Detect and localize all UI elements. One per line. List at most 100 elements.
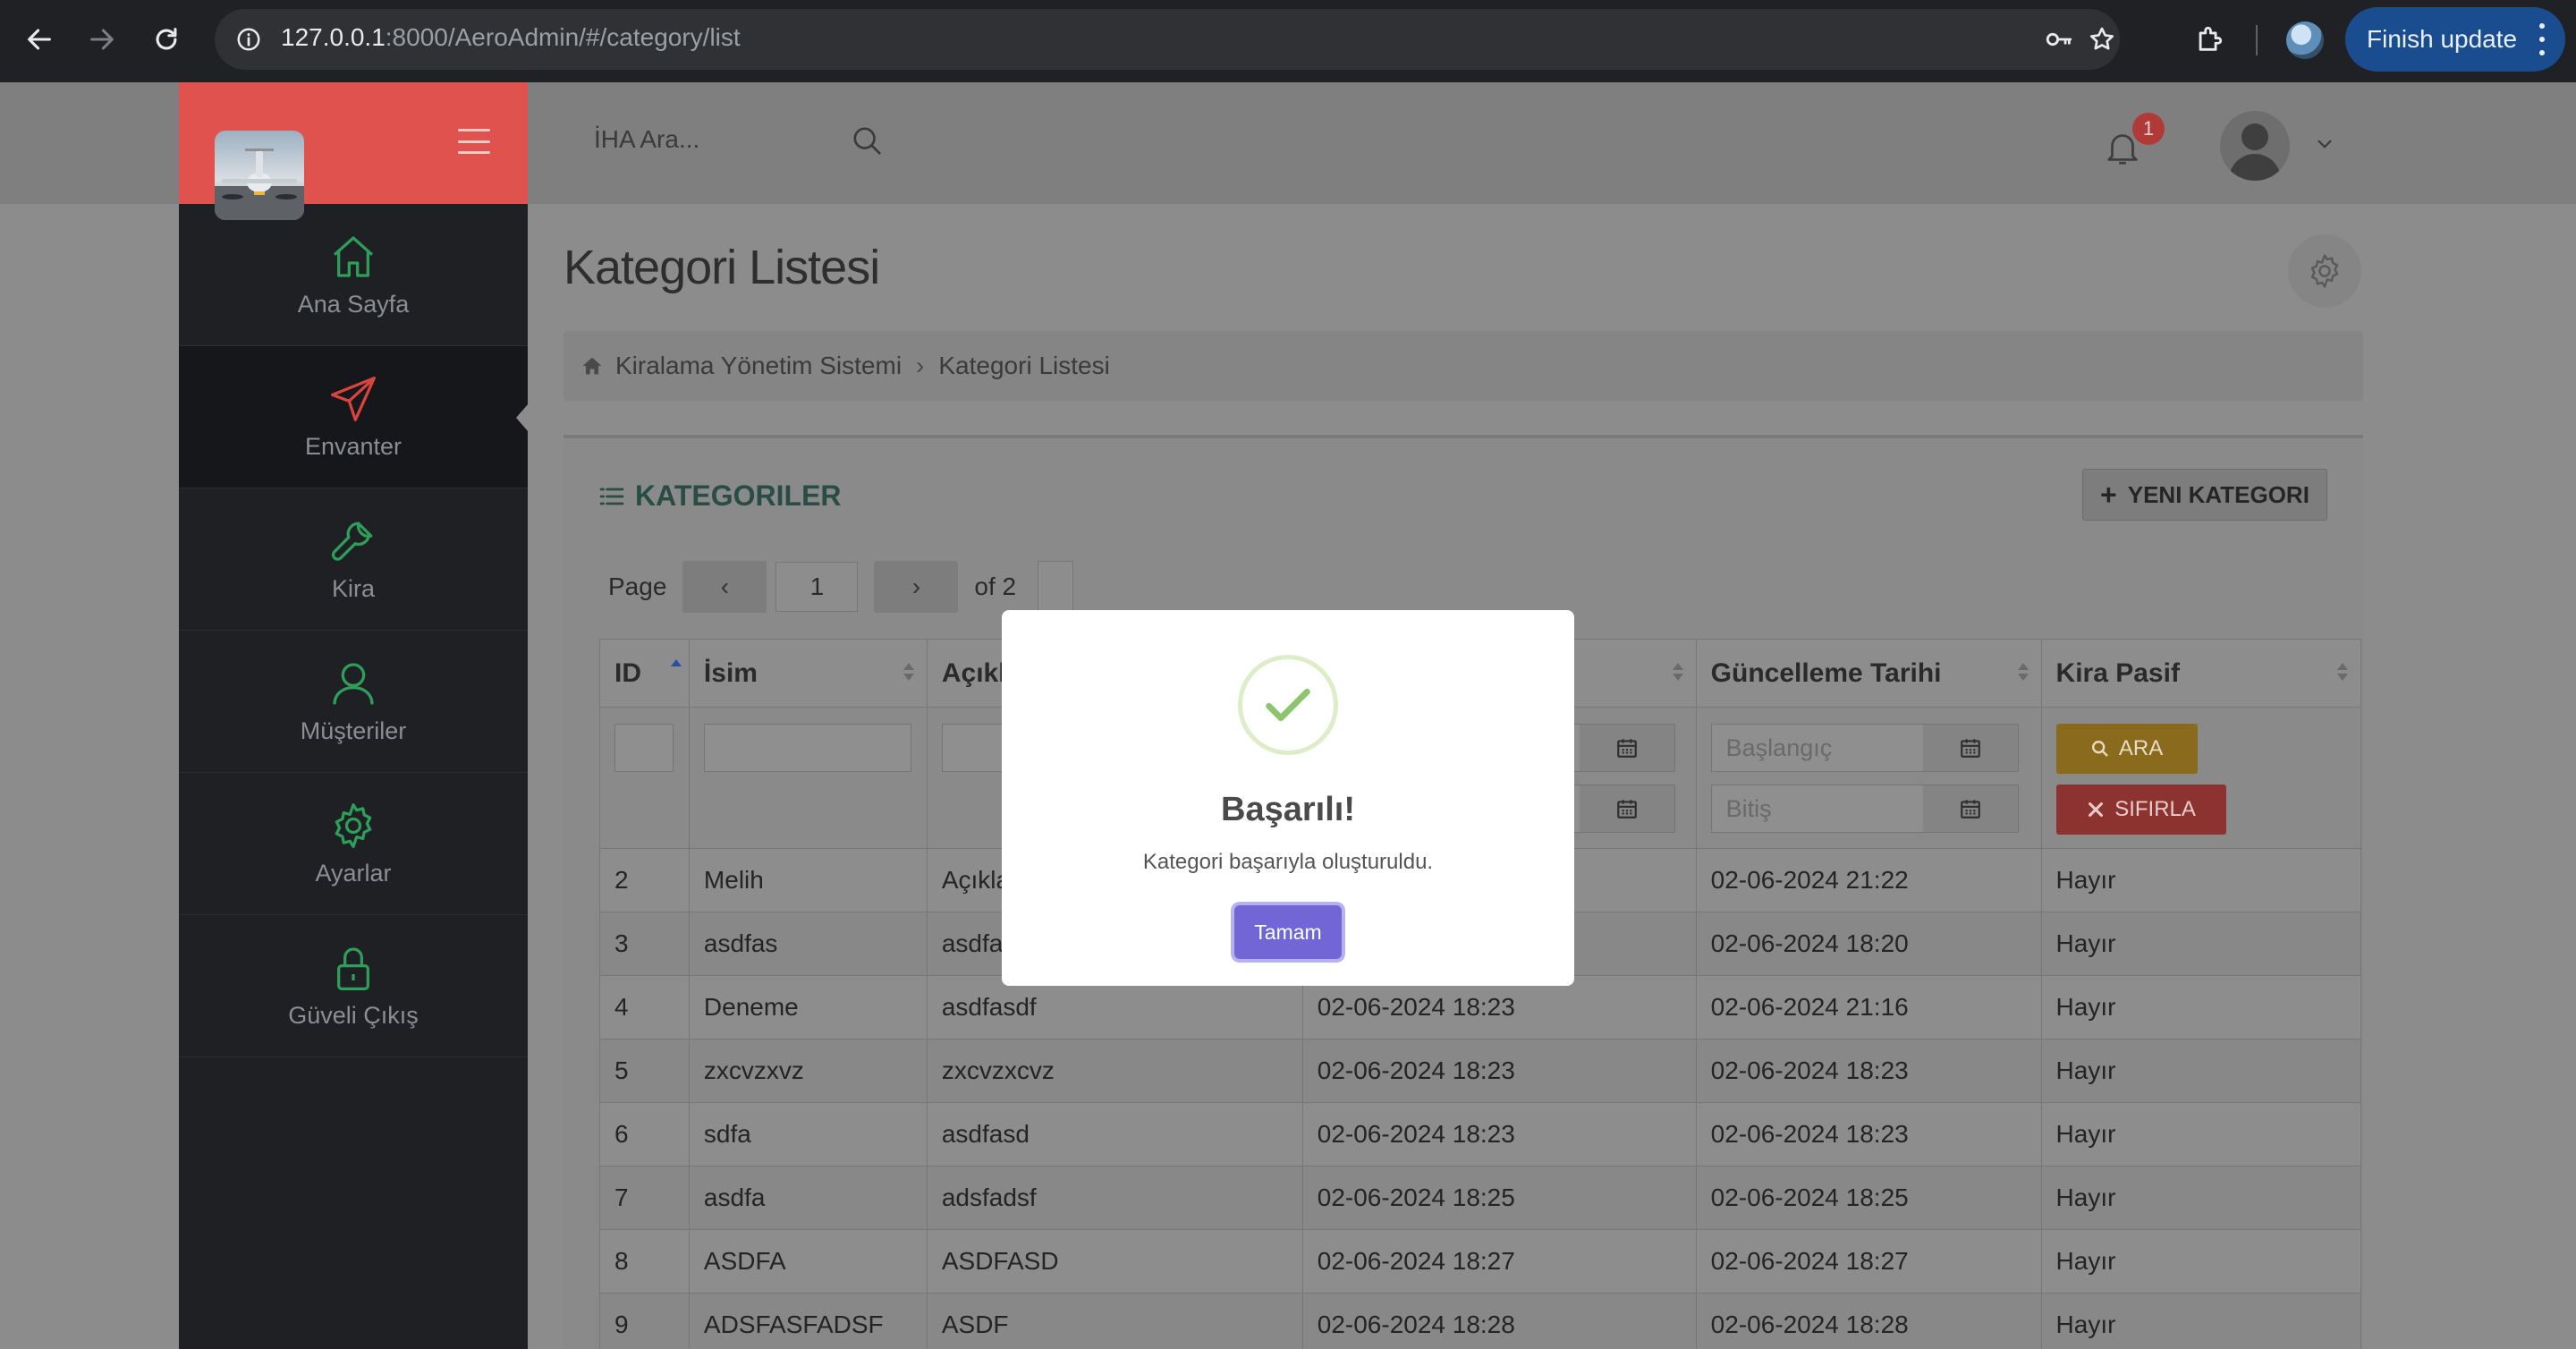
- cell-id: 5: [599, 1039, 690, 1103]
- wrench-icon: [331, 522, 373, 561]
- sidebar: Ana Sayfa Envanter Kira Müşteriler Ayarl…: [179, 82, 529, 1349]
- column-header-label: ID: [614, 658, 641, 688]
- name-filter-input[interactable]: [703, 724, 911, 772]
- url-text: 127.0.0.1:8000/AeroAdmin/#/category/list: [281, 23, 741, 52]
- sidebar-item-ayarlar[interactable]: Ayarlar: [179, 773, 528, 915]
- id-filter-input[interactable]: [614, 724, 674, 772]
- column-header-kira-pasif[interactable]: Kira Pasif: [2040, 639, 2362, 708]
- column-header-id[interactable]: ID: [599, 639, 690, 708]
- table-row[interactable]: 6 sdfa asdfasd 02-06-2024 18:23 02-06-2024 1…: [599, 1102, 2362, 1167]
- sidebar-item-label: Müşteriler: [300, 717, 407, 744]
- menu-toggle-icon[interactable]: [458, 129, 490, 154]
- browser-toolbar: 127.0.0.1:8000/AeroAdmin/#/category/list…: [0, 0, 2576, 82]
- user-icon: [333, 662, 374, 704]
- list-icon: [599, 488, 624, 505]
- paper-plane-icon: [331, 376, 376, 421]
- cell-description: adsfadsf: [926, 1166, 1303, 1230]
- cell-id: 6: [599, 1102, 690, 1167]
- column-header-guncelleme[interactable]: Güncelleme Tarihi: [1695, 639, 2042, 708]
- start-date-placeholder: Başlangıç: [1725, 734, 1833, 761]
- sort-icon: [1672, 663, 1683, 686]
- column-header-isim[interactable]: İsim: [688, 639, 928, 708]
- cell-name: ADSFASFADSF: [688, 1293, 928, 1349]
- reload-button[interactable]: [145, 18, 188, 61]
- new-category-button[interactable]: + YENI KATEGORI: [2082, 469, 2327, 521]
- calendar-icon[interactable]: [1579, 785, 1674, 832]
- dialog-message: Kategori başarıyla oluşturuldu.: [1142, 850, 1434, 874]
- cell-updated: 02-06-2024 21:16: [1695, 975, 2042, 1039]
- calendar-icon[interactable]: [1922, 725, 2018, 771]
- page-size-select[interactable]: [1038, 561, 1074, 613]
- breadcrumb-item-home[interactable]: Kiralama Yönetim Sistemi: [615, 352, 902, 380]
- search-icon: [2091, 741, 2108, 757]
- cell-name: sdfa: [688, 1102, 928, 1167]
- search-filter-button[interactable]: ARA: [2055, 724, 2198, 774]
- sidebar-item-musteriler[interactable]: Müşteriler: [179, 631, 528, 773]
- address-bar[interactable]: 127.0.0.1:8000/AeroAdmin/#/category/list: [215, 9, 2120, 70]
- updated-end-date-input[interactable]: Bitiş: [1710, 785, 2019, 833]
- home-icon: [333, 235, 374, 277]
- page-number-input[interactable]: 1: [775, 562, 859, 612]
- sidebar-item-kira[interactable]: Kira: [179, 488, 528, 631]
- sidebar-item-ana-sayfa[interactable]: Ana Sayfa: [179, 204, 528, 346]
- cell-name: Melih: [688, 848, 928, 912]
- settings-button[interactable]: [2288, 234, 2361, 308]
- finish-update-label: Finish update: [2367, 25, 2518, 53]
- back-button[interactable]: [18, 18, 61, 61]
- topbar: İHA Ara... 1: [528, 82, 2397, 204]
- gear-icon: [335, 802, 372, 848]
- chevron-down-icon[interactable]: [2313, 132, 2336, 156]
- column-header-label: Güncelleme Tarihi: [1710, 658, 1942, 688]
- password-key-icon[interactable]: [2041, 21, 2077, 57]
- table-row[interactable]: 7 asdfa adsfadsf 02-06-2024 18:25 02-06-2024…: [599, 1166, 2362, 1230]
- cell-updated: 02-06-2024 18:28: [1695, 1293, 2042, 1349]
- bookmark-star-icon[interactable]: [2084, 21, 2120, 57]
- cell-id: 2: [599, 848, 690, 912]
- more-menu-icon[interactable]: [2538, 23, 2546, 55]
- table-row[interactable]: 5 zxcvzxvz zxcvzxcvz 02-06-2024 18:23 02-06-…: [599, 1039, 2362, 1103]
- cell-created: 02-06-2024 18:23: [1301, 1039, 1697, 1103]
- cell-updated: 02-06-2024 21:22: [1695, 848, 2042, 912]
- sort-icon: [2017, 663, 2029, 686]
- cell-updated: 02-06-2024 18:23: [1695, 1039, 2042, 1103]
- table-row[interactable]: 9 ADSFASFADSF ASDF 02-06-2024 18:28 02-06-20…: [599, 1293, 2362, 1349]
- forward-button[interactable]: [80, 18, 123, 61]
- table-row[interactable]: 8 ASDFA ASDFASD 02-06-2024 18:27 02-06-2024 …: [599, 1229, 2362, 1294]
- reset-filter-label: SIFIRLA: [2114, 797, 2196, 821]
- cell-updated: 02-06-2024 18:20: [1695, 912, 2042, 976]
- calendar-icon[interactable]: [1579, 725, 1674, 771]
- cell-description: ASDF: [926, 1293, 1303, 1349]
- sidebar-item-envanter[interactable]: Envanter: [179, 346, 529, 488]
- cell-created: 02-06-2024 18:23: [1301, 1102, 1697, 1167]
- calendar-icon[interactable]: [1922, 785, 2018, 832]
- cell-id: 9: [599, 1293, 690, 1349]
- search-icon[interactable]: [850, 123, 886, 159]
- cell-description: ASDFASD: [926, 1229, 1303, 1294]
- cell-updated: 02-06-2024 18:25: [1695, 1166, 2042, 1230]
- profile-avatar[interactable]: [2286, 21, 2324, 59]
- finish-update-button[interactable]: Finish update: [2345, 7, 2565, 72]
- updated-start-date-input[interactable]: Başlangıç: [1710, 724, 2019, 772]
- toolbar-divider: [2256, 25, 2258, 55]
- gear-icon: [2310, 254, 2339, 288]
- cell-updated: 02-06-2024 18:23: [1695, 1102, 2042, 1167]
- prev-page-button[interactable]: ‹: [682, 561, 767, 613]
- reset-filter-button[interactable]: SIFIRLA: [2055, 785, 2226, 835]
- sidebar-menu: Ana Sayfa Envanter Kira Müşteriler Ayarl…: [179, 204, 529, 1057]
- sidebar-item-guveli-cikis[interactable]: Güveli Çıkış: [179, 915, 528, 1057]
- reload-icon: [156, 28, 177, 50]
- site-info-icon[interactable]: [229, 20, 268, 59]
- notification-badge: 1: [2132, 113, 2165, 145]
- ok-button[interactable]: Tamam: [1234, 905, 1342, 959]
- extensions-icon[interactable]: [2190, 20, 2229, 59]
- search-input[interactable]: İHA Ara...: [594, 125, 826, 161]
- column-header-label: İsim: [703, 658, 758, 688]
- user-avatar[interactable]: [2220, 111, 2290, 181]
- sort-icon: [902, 663, 914, 686]
- next-page-button[interactable]: ›: [874, 561, 959, 613]
- sort-asc-icon: [670, 659, 682, 683]
- url-path: :8000/AeroAdmin/#/category/list: [385, 23, 741, 51]
- sidebar-item-label: Envanter: [304, 432, 402, 460]
- cell-name: zxcvzxvz: [688, 1039, 928, 1103]
- breadcrumb-item-current: Kategori Listesi: [938, 352, 1110, 379]
